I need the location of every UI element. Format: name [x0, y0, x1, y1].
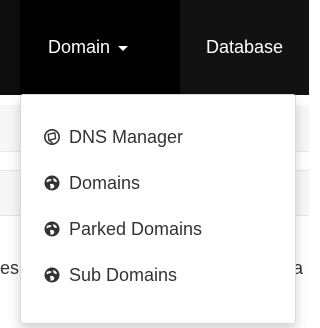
nav-database-label: Database	[206, 37, 284, 57]
nav-domain-label: Domain	[48, 37, 111, 57]
dropdown-item-dns-manager[interactable]: DNS Manager	[21, 114, 295, 160]
dns-icon	[43, 128, 61, 146]
dropdown-item-label: Parked Domains	[69, 218, 203, 239]
dropdown-item-label: DNS Manager	[69, 126, 184, 147]
dropdown-item-domains[interactable]: Domains	[21, 160, 295, 206]
dropdown-item-label: Domains	[69, 172, 141, 193]
domain-dropdown-menu: DNS Manager Domains Parked Domains Sub D…	[20, 94, 296, 324]
globe-icon	[43, 220, 61, 238]
dropdown-item-parked-domains[interactable]: Parked Domains	[21, 206, 295, 252]
globe-icon	[43, 266, 61, 284]
navbar-left-gap	[0, 0, 20, 95]
nav-domain-dropdown-toggle[interactable]: Domain	[20, 0, 180, 95]
caret-down-icon	[118, 46, 129, 51]
dropdown-item-sub-domains[interactable]: Sub Domains	[21, 252, 295, 298]
top-navbar: Domain Database	[0, 0, 309, 95]
dropdown-item-label: Sub Domains	[69, 264, 178, 285]
background-text-fragment-left: es	[0, 258, 20, 278]
nav-database[interactable]: Database	[206, 0, 283, 95]
globe-icon	[43, 174, 61, 192]
page: Domain Database es a DNS Manager Domains…	[0, 0, 309, 328]
